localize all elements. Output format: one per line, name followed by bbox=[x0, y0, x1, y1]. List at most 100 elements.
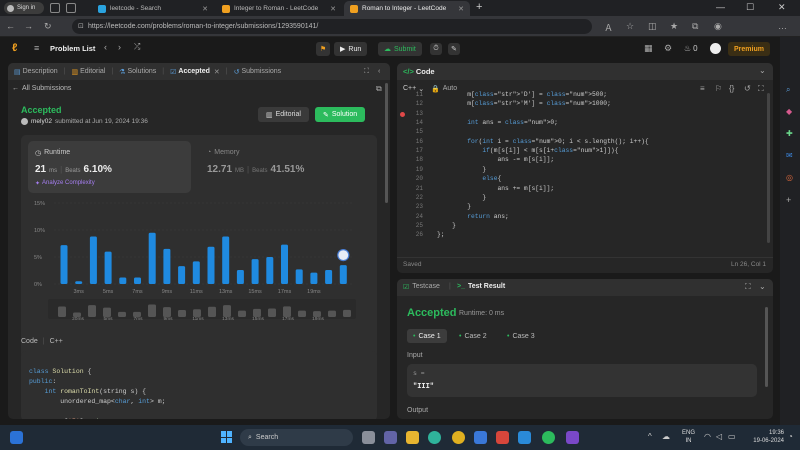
editorial-button[interactable]: ▥ Editorial bbox=[258, 107, 309, 122]
favorites-bar-icon[interactable]: ★ bbox=[670, 21, 678, 32]
analyze-complexity-link[interactable]: ✦ Analyze Complexity bbox=[35, 180, 95, 187]
minimize-icon[interactable]: — bbox=[716, 2, 725, 12]
tab-roman-to-integer[interactable]: Roman to Integer - LeetCode ✕ bbox=[344, 1, 470, 16]
notification-icon[interactable]: ◔ bbox=[788, 432, 793, 441]
distribution-overview-strip[interactable]: 20ms 5ms 7ms 9ms 11ms 13ms 15ms 17ms 19ms bbox=[8, 299, 390, 329]
split-screen-icon[interactable]: ◫ bbox=[648, 21, 657, 32]
tab-test-result[interactable]: >_ Test Result bbox=[457, 283, 505, 290]
cloud-icon[interactable]: ☁ bbox=[662, 432, 670, 441]
case-1-tab[interactable]: • Case 1 bbox=[407, 329, 447, 343]
office-icon[interactable]: ◎ bbox=[786, 173, 793, 182]
read-aloud-icon[interactable]: Ａ bbox=[604, 21, 613, 34]
shopping-icon[interactable]: ◆ bbox=[786, 107, 792, 116]
expand-icon[interactable]: ⛶ bbox=[364, 68, 369, 76]
add-icon[interactable]: + bbox=[786, 195, 791, 205]
outlook-icon[interactable]: ✉ bbox=[786, 151, 793, 160]
bing-icon bbox=[98, 4, 106, 13]
scrollbar[interactable] bbox=[385, 83, 388, 203]
teams-icon[interactable] bbox=[384, 431, 397, 444]
submit-button[interactable]: ☁ Submit bbox=[378, 42, 422, 56]
link-icon[interactable]: ⧉ bbox=[376, 84, 382, 94]
chrome-icon[interactable] bbox=[452, 431, 465, 444]
forward-icon[interactable]: → bbox=[24, 21, 33, 31]
tab-accepted[interactable]: ☑ Accepted ✕ bbox=[170, 68, 220, 76]
taskbar-search[interactable]: ⌕ Search bbox=[240, 429, 353, 446]
premium-button[interactable]: Premium bbox=[728, 42, 770, 56]
streak-counter[interactable]: ♨ 0 bbox=[684, 44, 698, 53]
profile-button[interactable]: Sign in bbox=[4, 2, 44, 14]
layout-icon[interactable]: ▦ bbox=[644, 43, 653, 54]
user-avatar[interactable] bbox=[710, 43, 721, 54]
run-button[interactable]: ▶ Run bbox=[334, 42, 368, 56]
tab-editorial[interactable]: ▥ Editorial bbox=[71, 68, 105, 76]
wifi-icon[interactable]: ◠ bbox=[704, 432, 711, 441]
close-icon[interactable]: ✕ bbox=[458, 5, 464, 13]
brave-icon[interactable] bbox=[566, 431, 579, 444]
close-icon[interactable]: ✕ bbox=[214, 68, 220, 76]
prev-problem-icon[interactable]: ‹ bbox=[104, 42, 107, 52]
tab-actions-icon[interactable] bbox=[50, 3, 60, 13]
start-button[interactable] bbox=[221, 431, 233, 443]
collapse-icon[interactable]: ⌄ bbox=[759, 282, 766, 291]
timer-icon[interactable]: ⏱ bbox=[430, 43, 442, 55]
battery-icon[interactable]: ▭ bbox=[728, 432, 736, 441]
next-problem-icon[interactable]: › bbox=[118, 42, 121, 52]
store-icon[interactable] bbox=[474, 431, 487, 444]
collapse-icon[interactable]: ‹ bbox=[378, 68, 380, 75]
file-explorer-icon[interactable] bbox=[406, 431, 419, 444]
input-language[interactable]: ENG IN bbox=[682, 429, 695, 445]
code-area[interactable]: 11 m[class="str">'D'] = class="num">500;… bbox=[397, 91, 763, 241]
maximize-icon[interactable]: ☐ bbox=[746, 2, 754, 13]
whatsapp-icon[interactable] bbox=[542, 431, 555, 444]
new-tab-button[interactable]: + bbox=[476, 1, 482, 13]
x-tick-label: 15ms bbox=[248, 289, 262, 295]
notes-icon[interactable]: ✎ bbox=[448, 43, 460, 55]
vscode-icon[interactable] bbox=[518, 431, 531, 444]
case-2-tab[interactable]: • Case 2 bbox=[455, 329, 491, 343]
settings-icon[interactable]: ⚙ bbox=[664, 43, 672, 54]
copilot-icon[interactable]: ◉ bbox=[714, 21, 722, 32]
result-scrollbar[interactable] bbox=[765, 307, 768, 387]
expand-icon[interactable]: ⛶ bbox=[745, 282, 751, 292]
files-icon[interactable] bbox=[362, 431, 375, 444]
editor-scrollbar[interactable] bbox=[767, 93, 770, 243]
input-box bbox=[407, 364, 757, 397]
refresh-icon[interactable]: ↻ bbox=[44, 21, 52, 32]
leetcode-logo-icon[interactable]: ℓ bbox=[12, 42, 17, 54]
tab-submissions[interactable]: ↺ Submissions bbox=[234, 68, 282, 76]
collections-icon[interactable]: ⧉ bbox=[692, 21, 698, 32]
tools-icon[interactable]: ✚ bbox=[786, 129, 793, 138]
tab-leetcode-search[interactable]: leetcode - Search ✕ bbox=[92, 1, 214, 16]
username[interactable]: mely02 bbox=[31, 118, 52, 125]
clock[interactable]: 19:36 19-06-2024 bbox=[744, 429, 784, 445]
solution-button[interactable]: ✎ Solution bbox=[315, 107, 366, 122]
volume-icon[interactable]: ◁ bbox=[716, 432, 722, 441]
back-icon[interactable]: ← bbox=[6, 21, 15, 31]
distribution-bar bbox=[207, 246, 215, 284]
url-field[interactable]: https://leetcode.com/problems/roman-to-i… bbox=[72, 19, 592, 34]
office-app-icon[interactable] bbox=[496, 431, 509, 444]
tray-chevron-icon[interactable]: ^ bbox=[648, 432, 652, 441]
all-submissions-link[interactable]: ← All Submissions bbox=[12, 85, 71, 92]
more-icon[interactable]: … bbox=[778, 21, 787, 31]
memory-stat[interactable]: 12.71 MB | Beats 41.51% bbox=[207, 164, 304, 175]
tab-testcase[interactable]: ☑ Testcase bbox=[403, 283, 440, 291]
browser-tab-strip: Sign in leetcode - Search ✕ Integer to R… bbox=[0, 0, 800, 16]
widgets-icon[interactable] bbox=[10, 431, 23, 444]
close-icon[interactable]: ✕ bbox=[330, 5, 336, 13]
tab-description[interactable]: ▤ Description bbox=[14, 68, 58, 76]
tab-integer-to-roman[interactable]: Integer to Roman - LeetCode ✕ bbox=[216, 1, 342, 16]
tab-solutions[interactable]: ⚗ Solutions bbox=[119, 68, 156, 76]
search-icon[interactable]: ⌕ bbox=[786, 85, 790, 95]
problem-list-link[interactable]: Problem List bbox=[50, 44, 95, 53]
shuffle-icon[interactable]: ⤮ bbox=[134, 42, 140, 52]
y-tick-label: 10% bbox=[34, 228, 45, 234]
close-icon[interactable]: ✕ bbox=[202, 5, 208, 13]
collapse-icon[interactable]: ⌄ bbox=[759, 66, 766, 75]
workspace-icon[interactable] bbox=[66, 3, 76, 13]
favorite-icon[interactable]: ☆ bbox=[626, 21, 634, 32]
case-3-tab[interactable]: • Case 3 bbox=[503, 329, 539, 343]
close-window-icon[interactable]: ✕ bbox=[778, 2, 786, 13]
debug-button[interactable]: ⚑ bbox=[316, 42, 330, 56]
edge-icon[interactable] bbox=[428, 431, 441, 444]
